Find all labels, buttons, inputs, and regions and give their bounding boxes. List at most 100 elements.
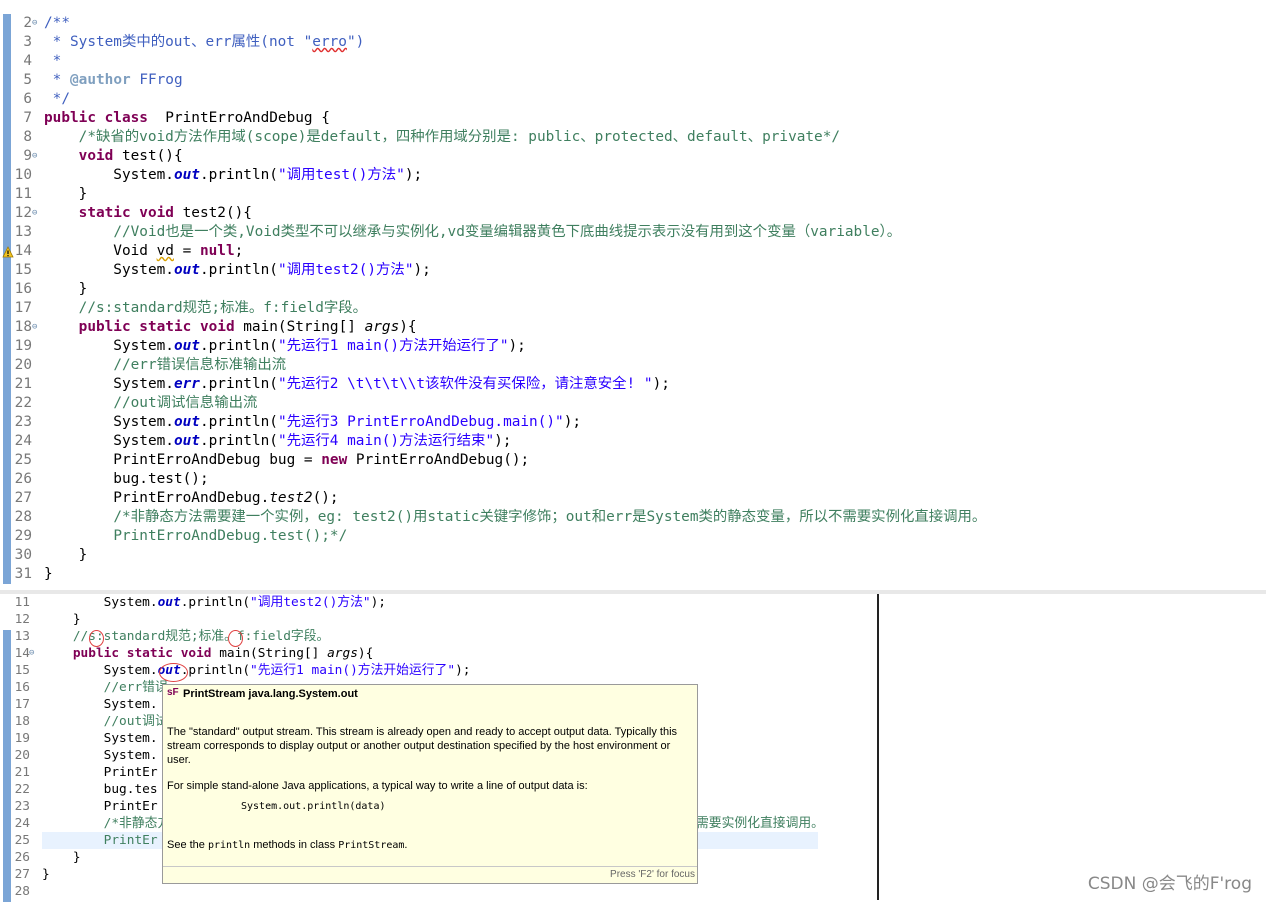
code-line[interactable]: 30 } [0,546,1266,565]
code-line[interactable]: 12 } [0,611,1266,628]
line-number: 27 [14,490,32,506]
code-line[interactable]: 2 ⊖ /** [0,14,1266,33]
code-token: out [173,167,200,183]
code-line[interactable]: 10 System.out.println("调用test()方法"); [0,166,1266,185]
code-token: public static void [78,319,235,335]
annotation-circle-s [89,630,104,647]
code-line[interactable]: 5 * @author FFrog [0,71,1266,90]
code-token: System. [44,167,174,183]
line-number: 7 [23,110,32,126]
code-line[interactable]: 27 PrintErroAndDebug.test2(); [0,489,1266,508]
code-text: PrintEr [42,832,158,849]
code-line[interactable]: 14 Void vd = null; [0,242,1266,261]
line-number: 28 [14,884,30,899]
line-number: 12 [14,612,30,627]
code-line[interactable]: 11 System.out.println("调用test2()方法"); [0,594,1266,611]
code-line[interactable]: 26 bug.test(); [0,470,1266,489]
line-number: 26 [14,850,30,865]
code-token: "先运行2 \t\t\t\\t该软件没有买保险，请注意安全! " [277,376,653,392]
code-line[interactable]: 3 * System类中的out、err属性(not "erro") [0,33,1266,52]
code-text: } [44,546,88,565]
code-line[interactable]: 29 PrintErroAndDebug.test();*/ [0,527,1266,546]
code-line[interactable]: 6 */ [0,90,1266,109]
code-line[interactable]: 8 /*缺省的void方法作用域(scope)是default，四种作用域分别是… [0,128,1266,147]
line-number: 9 [23,148,32,164]
code-token: ){ [357,646,374,661]
code-token: out [173,414,200,430]
code-text: System. [42,730,158,747]
code-text: } [44,280,88,299]
line-number: 16 [14,680,30,695]
code-token: main(String[] [211,646,328,661]
code-text: System.out.println("调用test2()方法"); [44,261,431,280]
printstream-link[interactable]: PrintStream [338,840,404,851]
code-line[interactable]: 28 [0,883,1266,900]
code-token: bug.tes [42,782,158,797]
code-text: System.out.println("调用test2()方法"); [42,594,386,611]
code-line[interactable]: 23 System.out.println("先运行3 PrintErroAnd… [0,413,1266,432]
code-token: } [44,566,53,582]
code-line[interactable]: 15 System.out.println("先运行1 main()方法开始运行… [0,662,1266,679]
line-number: 13 [14,629,30,644]
code-text: } [42,866,50,883]
code-text: System. [42,747,158,764]
code-line[interactable]: 13 //s:standard规范;标准。f:field字段。 [0,628,1266,645]
code-token: } [44,186,88,202]
code-line[interactable]: 7 public class PrintErroAndDebug { [0,109,1266,128]
tooltip-paragraph-3: See the println methods in class PrintSt… [167,838,687,853]
code-token: } [42,612,81,627]
code-token: } [42,850,81,865]
line-number: 18 [14,714,30,729]
code-line[interactable]: 12 ⊖ static void test2(){ [0,204,1266,223]
code-token: out [173,262,200,278]
code-token: PrintErroAndDebug bug = [44,452,322,468]
code-line[interactable]: 4 * [0,52,1266,71]
line-number: 25 [14,452,32,468]
code-token: vd [156,243,174,259]
code-token: erro [312,34,347,50]
code-line[interactable]: 9 ⊖ void test(){ [0,147,1266,166]
warning-icon[interactable] [2,246,14,258]
code-line[interactable]: 24 System.out.println("先运行4 main()方法运行结束… [0,432,1266,451]
code-line[interactable]: 14 ⊖ public static void main(String[] arg… [0,645,1266,662]
code-line[interactable]: 28 /*非静态方法需要建一个实例，eg: test2()用static关键字修… [0,508,1266,527]
code-line[interactable]: 22 //out调试信息输出流 [0,394,1266,413]
line-number: 13 [14,224,32,240]
code-text: /*非静态方法需要建一个实例，eg: test2()用static关键字修饰；o… [44,508,986,527]
fold-toggle-icon[interactable]: ⊖ [29,645,34,662]
code-text: * System类中的out、err属性(not "erro") [44,33,365,52]
code-line[interactable]: 17 //s:standard规范;标准。f:field字段。 [0,299,1266,318]
code-token: void [78,148,114,164]
code-token: /*非静态方法需要建一个实例，eg: test2()用static关键字修饰；o… [113,509,987,525]
editor-top[interactable]: 2 ⊖/** 3 * System类中的out、err属性(not "erro") 4… [0,0,1266,590]
javadoc-hover-tooltip[interactable]: sF PrintStream java.lang.System.out The … [162,684,698,884]
line-number: 24 [14,433,32,449]
fold-toggle-icon[interactable]: ⊖ [32,318,37,337]
fold-toggle-icon[interactable]: ⊖ [32,204,37,223]
code-token: "调用test()方法" [277,167,405,183]
code-line[interactable]: 25 PrintErroAndDebug bug = new PrintErro… [0,451,1266,470]
line-number: 16 [14,281,32,297]
code-line[interactable]: 31} [0,565,1266,584]
code-line[interactable]: 18 ⊖ public static void main(String[] arg… [0,318,1266,337]
line-number: 17 [14,300,32,316]
code-line[interactable]: 13 //Void也是一个类,Void类型不可以继承与实例化,vd变量编辑器黄色… [0,223,1266,242]
fold-toggle-icon[interactable]: ⊖ [32,147,37,166]
code-token: .println( [199,414,278,430]
code-text: PrintErroAndDebug.test2(); [44,489,338,508]
code-line[interactable]: 11 } [0,185,1266,204]
code-line[interactable]: 15 System.out.println("调用test2()方法"); [0,261,1266,280]
code-token: .println( [180,663,251,678]
fold-toggle-icon[interactable]: ⊖ [32,14,37,33]
code-line[interactable]: 21 System.err.println("先运行2 \t\t\t\\t该软件… [0,375,1266,394]
println-link[interactable]: println [208,840,250,851]
code-line[interactable]: 16 } [0,280,1266,299]
code-line[interactable]: 20 //err错误信息标准输出流 [0,356,1266,375]
code-text: * @author FFrog [44,71,183,90]
code-token: * [44,53,62,69]
code-token: PrintEr [42,765,158,780]
line-number: 21 [14,765,30,780]
code-line[interactable]: 19 System.out.println("先运行1 main()方法开始运行… [0,337,1266,356]
code-token: test2 [269,490,313,506]
